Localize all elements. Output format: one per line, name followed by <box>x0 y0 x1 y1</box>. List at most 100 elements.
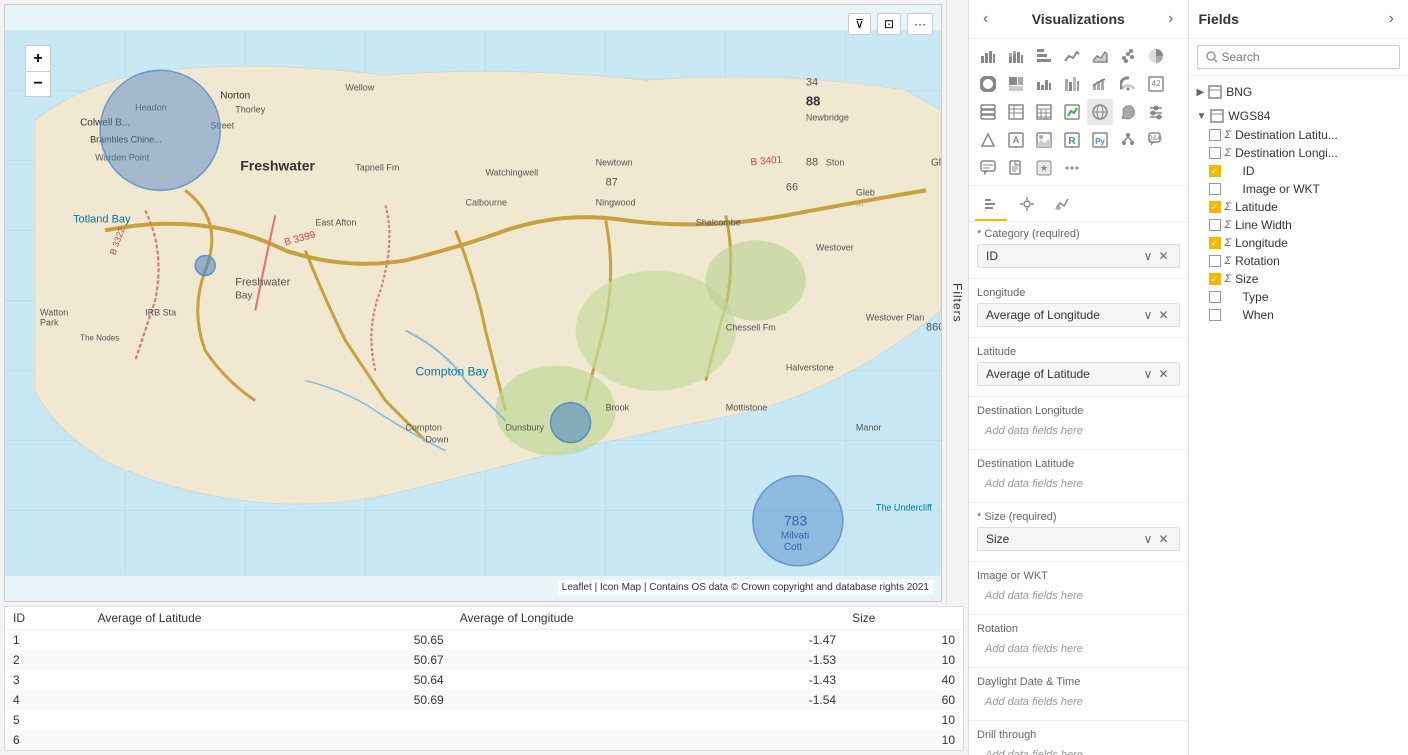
field-item[interactable]: Type <box>1189 288 1408 306</box>
field-item[interactable]: Σ Size <box>1189 270 1408 288</box>
field-checkbox[interactable] <box>1209 129 1221 141</box>
category-clear-btn[interactable]: ✕ <box>1156 249 1170 263</box>
viz-icon-shape[interactable] <box>975 127 1001 153</box>
svg-text:Halverstone: Halverstone <box>786 363 834 373</box>
field-group-header[interactable]: ▼ WGS84 <box>1189 106 1408 126</box>
field-checkbox[interactable] <box>1209 147 1221 159</box>
viz-icon-smart-narrative[interactable] <box>975 155 1001 181</box>
viz-icon-kpi[interactable] <box>1059 99 1085 125</box>
viz-nav-next[interactable]: › <box>1164 8 1177 30</box>
svg-text:Watton: Watton <box>40 308 68 318</box>
filters-sidebar[interactable]: Filters <box>946 0 968 606</box>
cell-id: 2 <box>5 650 90 670</box>
filter-button[interactable]: ⊽ <box>848 13 871 35</box>
viz-icon-map[interactable] <box>1087 99 1113 125</box>
latitude-clear-btn[interactable]: ✕ <box>1156 367 1170 381</box>
viz-icon-r-visual[interactable]: R <box>1059 127 1085 153</box>
latitude-field-drop[interactable]: Average of Latitude ∨ ✕ <box>977 362 1180 386</box>
viz-nav-prev[interactable]: ‹ <box>979 8 992 30</box>
cell-lon: -1.43 <box>452 670 844 690</box>
viz-icon-table[interactable] <box>1003 99 1029 125</box>
viz-icon-line[interactable] <box>1059 43 1085 69</box>
viz-icon-decomp-tree[interactable] <box>1115 127 1141 153</box>
field-item[interactable]: When <box>1189 306 1408 324</box>
viz-icon-card[interactable]: 42 <box>1143 71 1169 97</box>
viz-icon-matrix[interactable] <box>1031 99 1057 125</box>
viz-icon-waterfall[interactable] <box>1031 71 1057 97</box>
daylight-placeholder[interactable]: Add data fields here <box>977 692 1180 712</box>
field-checkbox[interactable] <box>1209 255 1221 267</box>
field-group-header[interactable]: ▶ BNG <box>1189 82 1408 102</box>
viz-icon-filled-map[interactable] <box>1115 99 1141 125</box>
viz-icon-more[interactable] <box>1059 155 1085 181</box>
viz-icon-scatter[interactable] <box>1115 43 1141 69</box>
field-item[interactable]: Σ Rotation <box>1189 252 1408 270</box>
viz-icon-ribbon[interactable] <box>1059 71 1085 97</box>
viz-icon-qa[interactable]: Q&A <box>1143 127 1169 153</box>
field-item[interactable]: Σ Destination Longi... <box>1189 144 1408 162</box>
viz-icon-slicer[interactable] <box>1143 99 1169 125</box>
viz-icon-bar[interactable] <box>975 43 1001 69</box>
zoom-in-button[interactable]: + <box>25 45 51 71</box>
viz-tab-format[interactable] <box>1011 192 1043 221</box>
more-button[interactable]: ··· <box>907 13 933 35</box>
viz-tab-analytics[interactable] <box>1047 192 1079 221</box>
viz-icon-stacked-bar[interactable] <box>1003 43 1029 69</box>
field-item[interactable]: Σ Longitude <box>1189 234 1408 252</box>
field-checkbox[interactable] <box>1209 309 1221 321</box>
col-size: Size <box>844 607 963 630</box>
viz-icon-text-box[interactable]: A <box>1003 127 1029 153</box>
longitude-clear-btn[interactable]: ✕ <box>1156 308 1170 322</box>
image-wkt-placeholder[interactable]: Add data fields here <box>977 586 1180 606</box>
field-checkbox[interactable] <box>1209 201 1221 213</box>
field-checkbox[interactable] <box>1209 165 1221 177</box>
size-dropdown-btn[interactable]: ∨ <box>1142 532 1155 546</box>
viz-icon-image[interactable] <box>1031 127 1057 153</box>
dest-longitude-placeholder[interactable]: Add data fields here <box>977 421 1180 441</box>
field-item[interactable]: Σ Destination Latitu... <box>1189 126 1408 144</box>
svg-text:Westover: Westover <box>816 242 854 252</box>
viz-icon-combo[interactable] <box>1087 71 1113 97</box>
size-field-drop[interactable]: Size ∨ ✕ <box>977 527 1180 551</box>
sigma-icon: Σ <box>1225 219 1232 231</box>
category-field-drop[interactable]: ID ∨ ✕ <box>977 244 1180 268</box>
viz-icon-col[interactable] <box>1031 43 1057 69</box>
field-checkbox[interactable] <box>1209 291 1221 303</box>
fields-nav-next[interactable]: › <box>1385 8 1398 30</box>
table-row: 5 10 <box>5 710 963 730</box>
field-checkbox[interactable] <box>1209 219 1221 231</box>
focus-button[interactable]: ⊡ <box>877 13 901 35</box>
size-clear-btn[interactable]: ✕ <box>1156 532 1170 546</box>
viz-icon-area[interactable] <box>1087 43 1113 69</box>
category-dropdown-btn[interactable]: ∨ <box>1142 249 1155 263</box>
search-input[interactable] <box>1222 50 1392 64</box>
drill-through-placeholder[interactable]: Add data fields here <box>977 745 1180 755</box>
field-label: Line Width <box>1235 218 1292 232</box>
svg-text:88: 88 <box>806 93 820 108</box>
viz-icon-donut[interactable] <box>975 71 1001 97</box>
field-checkbox[interactable] <box>1209 273 1221 285</box>
field-item[interactable]: Image or WKT <box>1189 180 1408 198</box>
longitude-field-drop[interactable]: Average of Longitude ∨ ✕ <box>977 303 1180 327</box>
viz-icon-pie[interactable] <box>1143 43 1169 69</box>
viz-icon-custom1[interactable]: ★ <box>1031 155 1057 181</box>
viz-icon-treemap[interactable] <box>1003 71 1029 97</box>
field-checkbox[interactable] <box>1209 183 1221 195</box>
field-item[interactable]: Σ Line Width <box>1189 216 1408 234</box>
latitude-dropdown-btn[interactable]: ∨ <box>1142 367 1155 381</box>
field-item[interactable]: Σ Latitude <box>1189 198 1408 216</box>
viz-icon-paginated[interactable] <box>1003 155 1029 181</box>
viz-icon-multirow[interactable] <box>975 99 1001 125</box>
cell-size: 10 <box>844 630 963 651</box>
map-svg: Totland Bay Colwell B... Brambles Chine.… <box>5 5 941 601</box>
longitude-dropdown-btn[interactable]: ∨ <box>1142 308 1155 322</box>
viz-icon-gauge[interactable] <box>1115 71 1141 97</box>
rotation-placeholder[interactable]: Add data fields here <box>977 639 1180 659</box>
field-checkbox[interactable] <box>1209 237 1221 249</box>
zoom-out-button[interactable]: − <box>25 71 51 97</box>
viz-tab-fields[interactable] <box>975 192 1007 221</box>
field-item[interactable]: ID <box>1189 162 1408 180</box>
dest-latitude-placeholder[interactable]: Add data fields here <box>977 474 1180 494</box>
viz-icon-python[interactable]: Py <box>1087 127 1113 153</box>
section-longitude: Longitude Average of Longitude ∨ ✕ <box>969 281 1188 335</box>
